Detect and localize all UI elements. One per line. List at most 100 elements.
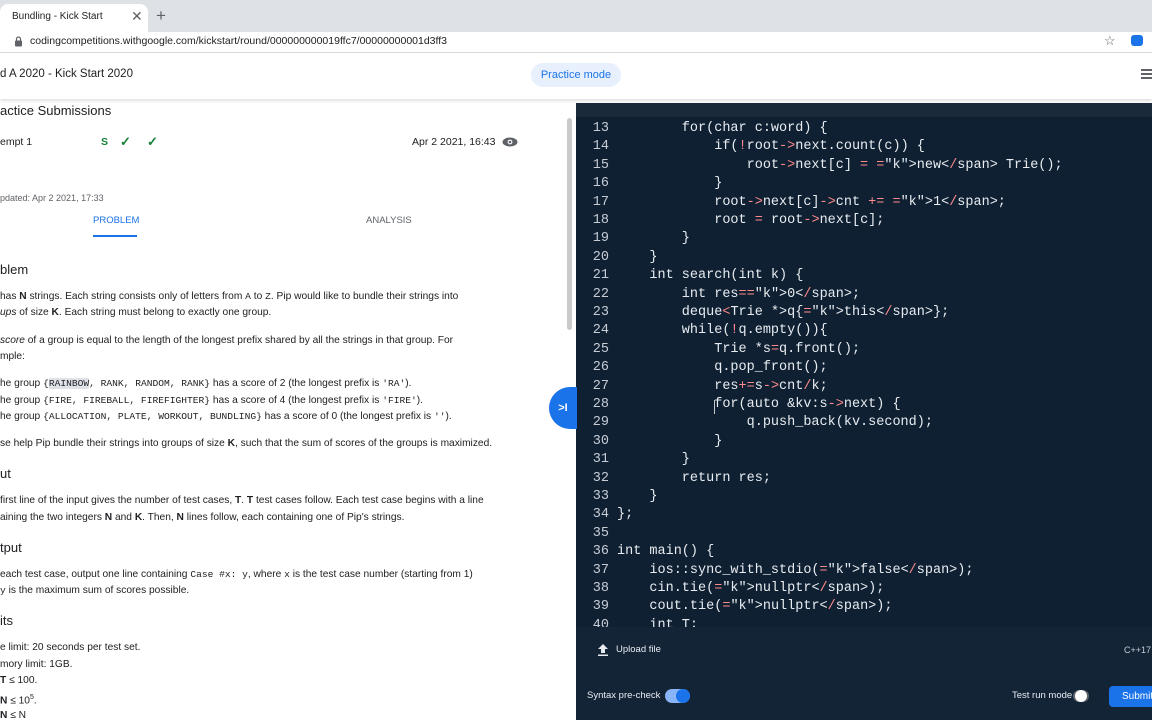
line-number: 32: [592, 470, 609, 486]
last-updated: pdated: Apr 2 2021, 17:33: [0, 193, 104, 203]
url-text[interactable]: codingcompetitions.withgoogle.com/kickst…: [30, 35, 447, 47]
collapse-arrow-icon[interactable]: >I: [549, 387, 577, 429]
lock-icon: [15, 36, 22, 47]
limit-t: T ≤ 100.: [0, 675, 38, 686]
code-line[interactable]: q.pop_front();: [617, 360, 827, 375]
status-badge: S: [101, 136, 109, 148]
syntax-precheck-label: Syntax pre-check: [587, 690, 661, 701]
code-line[interactable]: cout.tie(="k">nullptr</span>);: [617, 599, 892, 614]
output-line-2: y is the maximum sum of scores possible.: [0, 585, 190, 596]
line-number: 21: [592, 268, 609, 284]
limit-n: N ≤ 105.: [0, 694, 37, 707]
line-number: 19: [592, 231, 609, 247]
line-number: 35: [592, 525, 609, 541]
star-icon[interactable]: ☆: [1104, 33, 1116, 49]
submit-button[interactable]: Submit: [1109, 686, 1152, 707]
code-line[interactable]: int main() {: [617, 544, 714, 559]
check-icon: ✓: [120, 134, 131, 149]
code-line[interactable]: }: [617, 250, 657, 265]
code-line[interactable]: q.push_back(kv.second);: [617, 415, 933, 430]
line-number: 15: [592, 157, 609, 173]
code-line[interactable]: }: [617, 489, 657, 504]
line-number: 24: [592, 323, 609, 339]
line-number: 27: [592, 378, 609, 394]
attempt-label[interactable]: empt 1: [0, 136, 32, 148]
code-editor[interactable]: 13 for(char c:word) {14 if(!root->next.c…: [576, 117, 1152, 627]
line-number: 20: [592, 249, 609, 265]
problem-paragraph-2a: score of a group is equal to the length …: [0, 335, 454, 346]
line-number: 28: [592, 397, 609, 412]
code-line[interactable]: };: [617, 507, 633, 522]
example-3: he group {ALLOCATION, PLATE, WORKOUT, BU…: [0, 411, 452, 422]
close-icon[interactable]: ✕: [131, 8, 143, 25]
code-line[interactable]: cin.tie(="k">nullptr</span>);: [617, 581, 884, 596]
syntax-toggle-knob[interactable]: [676, 689, 690, 703]
extension-icon[interactable]: [1131, 35, 1143, 46]
test-run-toggle-knob[interactable]: [1075, 690, 1087, 702]
input-line-1: first line of the input gives the number…: [0, 495, 484, 506]
line-number: 39: [592, 599, 609, 615]
example-1: he group {RAINBOW, RANK, RANDOM, RANK} h…: [0, 378, 412, 389]
browser-tab[interactable]: Bundling - Kick Start ✕: [0, 4, 148, 32]
code-line[interactable]: root = root->next[c];: [617, 213, 884, 228]
code-line[interactable]: if(!root->next.count(c)) {: [617, 139, 925, 154]
upload-file-button[interactable]: Upload file: [616, 644, 661, 655]
line-number: 26: [592, 360, 609, 376]
code-line[interactable]: while(!q.empty()){: [617, 323, 828, 338]
tab-underline: [93, 235, 137, 237]
line-number: 16: [592, 176, 609, 192]
code-line[interactable]: int search(int k) {: [617, 268, 803, 283]
submission-date: Apr 2 2021, 16:43: [412, 136, 496, 148]
limits-heading: its: [0, 613, 13, 628]
line-number: 30: [592, 433, 609, 449]
line-number: 17: [592, 194, 609, 210]
line-number: 40: [592, 617, 609, 627]
code-line[interactable]: for(auto &kv:s->next) {: [617, 397, 900, 412]
eye-icon[interactable]: [502, 137, 518, 147]
problem-paragraph-2b: mple:: [0, 351, 25, 362]
memory-limit: mory limit: 1GB.: [0, 659, 73, 670]
plus-icon[interactable]: +: [156, 7, 166, 24]
test-run-mode-label: Test run mode: [1012, 690, 1073, 701]
code-line[interactable]: int res=="k">0</span>;: [617, 287, 860, 302]
input-heading: ut: [0, 466, 11, 481]
code-line[interactable]: return res;: [617, 471, 771, 486]
tab-problem[interactable]: PROBLEM: [93, 215, 139, 226]
problem-paragraph-1a: has N strings. Each string consists only…: [0, 291, 459, 302]
code-line[interactable]: }: [617, 231, 690, 246]
line-number: 18: [592, 213, 609, 228]
editor-footer: [576, 627, 1152, 720]
language-select[interactable]: C++17: [1124, 645, 1151, 655]
code-line[interactable]: root->next[c]->cnt += ="k">1</span>;: [617, 195, 1006, 210]
line-number: 23: [592, 305, 609, 320]
code-line[interactable]: root->next[c] = ="k">new</span> Trie();: [617, 158, 1063, 173]
tab-analysis[interactable]: ANALYSIS: [366, 215, 412, 226]
line-number: 25: [592, 341, 609, 357]
code-line[interactable]: }: [617, 176, 722, 191]
code-line[interactable]: int T;: [617, 618, 698, 627]
menu-icon[interactable]: [1141, 69, 1152, 79]
line-number: 37: [592, 562, 609, 578]
code-line[interactable]: for(char c:word) {: [617, 121, 828, 136]
code-line[interactable]: }: [617, 452, 690, 467]
left-scrollbar[interactable]: [567, 118, 572, 330]
line-number: 29: [592, 415, 609, 431]
problem-heading: blem: [0, 262, 29, 277]
code-line[interactable]: deque<Trie *>q{="k">this</span>};: [617, 305, 949, 320]
example-2: he group {FIRE, FIREBALL, FIREFIGHTER} h…: [0, 395, 423, 406]
upload-icon[interactable]: [598, 644, 608, 656]
input-line-2: aining the two integers N and K. Then, N…: [0, 512, 405, 523]
practice-mode-chip[interactable]: Practice mode: [531, 63, 621, 87]
code-line[interactable]: res+=s->cnt/k;: [617, 379, 827, 394]
line-number: 36: [592, 544, 609, 560]
tab-title: Bundling - Kick Start: [12, 11, 103, 22]
code-line[interactable]: ios::sync_with_stdio(="k">false</span>);: [617, 563, 973, 578]
code-line[interactable]: }: [617, 434, 722, 449]
submissions-heading: actice Submissions: [0, 103, 112, 118]
output-line-1: each test case, output one line containi…: [0, 569, 473, 580]
line-number: 22: [592, 286, 609, 302]
check-icon: ✓: [147, 134, 158, 149]
code-line[interactable]: Trie *s=q.front();: [617, 342, 860, 357]
line-number: 14: [592, 139, 609, 155]
limit-k: N ≤ N: [0, 710, 26, 721]
